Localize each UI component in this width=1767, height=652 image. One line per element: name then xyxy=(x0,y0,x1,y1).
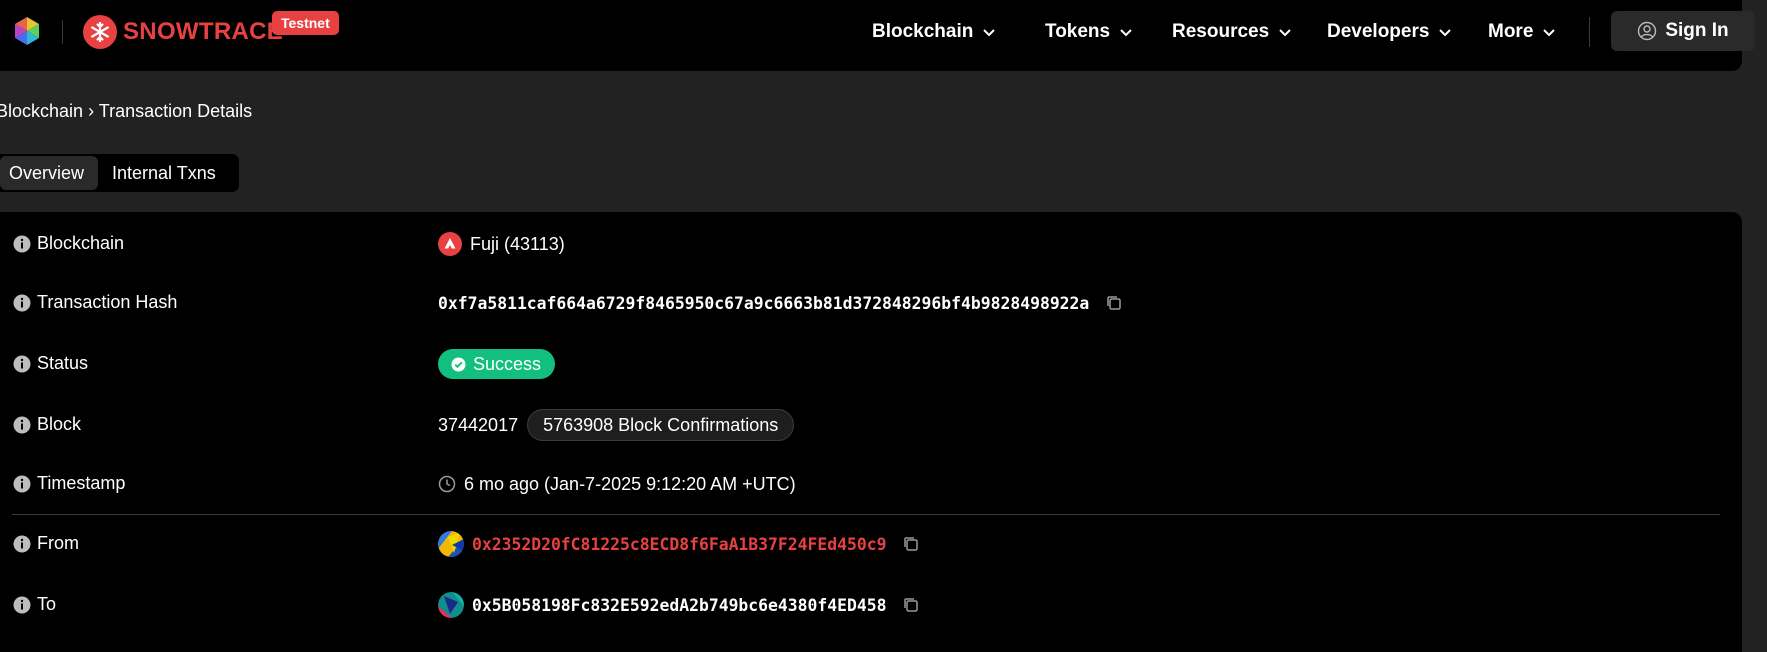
nav-more[interactable]: More xyxy=(1488,20,1557,44)
label-blockchain: Blockchain xyxy=(37,233,125,253)
copy-icon[interactable] xyxy=(1105,294,1123,312)
nav-label: Resources xyxy=(1172,21,1270,42)
sign-in-label: Sign In xyxy=(1665,20,1729,41)
tab-internal-txns[interactable]: Internal Txns xyxy=(98,156,230,190)
timestamp-text: 6 mo ago (Jan-7-2025 9:12:20 AM +UTC) xyxy=(464,473,796,494)
breadcrumb-separator: › xyxy=(88,101,95,121)
chevron-down-icon xyxy=(1120,29,1132,37)
row-to: To 0x5B058198Fc832E592edA2b749bc6e4380f4… xyxy=(0,590,1742,620)
info-icon[interactable] xyxy=(13,416,31,434)
chevron-down-icon xyxy=(1279,29,1291,37)
breadcrumb: Blockchain › Transaction Details xyxy=(0,101,252,122)
clock-icon xyxy=(438,475,456,493)
testnet-badge: Testnet xyxy=(272,11,339,35)
blockchain-name: Fuji (43113) xyxy=(470,233,565,254)
sign-in-button[interactable]: Sign In xyxy=(1611,11,1755,51)
to-address-link[interactable]: 0x5B058198Fc832E592edA2b749bc6e4380f4ED4… xyxy=(472,596,886,615)
nav-developers[interactable]: Developers xyxy=(1327,20,1453,44)
user-icon xyxy=(1638,21,1657,41)
value-timestamp: 6 mo ago (Jan-7-2025 9:12:20 AM +UTC) xyxy=(438,469,796,499)
value-status: Success xyxy=(438,349,556,379)
breadcrumb-current: Transaction Details xyxy=(98,101,253,121)
label-timestamp: Timestamp xyxy=(37,473,126,493)
value-block: 37442017 5763908 Block Confirmations xyxy=(438,409,795,441)
snowtrace-logo-icon[interactable] xyxy=(83,15,117,49)
row-from: From 0x2352D20fC81225c8ECD8f6FaA1B37F24F… xyxy=(0,529,1742,559)
transaction-details-card: Blockchain Fuji (43113) Transaction Hash… xyxy=(0,212,1742,652)
info-icon[interactable] xyxy=(13,355,31,373)
label-status: Status xyxy=(37,353,89,373)
row-blockchain: Blockchain Fuji (43113) xyxy=(0,229,1742,259)
block-confirmations-badge: 5763908 Block Confirmations xyxy=(527,409,795,441)
value-transaction-hash: 0xf7a5811caf664a6729f8465950c67a9c6663b8… xyxy=(438,288,1123,318)
app-cube-icon[interactable] xyxy=(12,16,42,46)
nav-label: More xyxy=(1488,21,1534,42)
row-transaction-hash: Transaction Hash 0xf7a5811caf664a6729f84… xyxy=(0,288,1742,318)
nav-label: Blockchain xyxy=(872,21,974,42)
status-badge: Success xyxy=(438,349,556,379)
value-from: 0x2352D20fC81225c8ECD8f6FaA1B37F24FEd450… xyxy=(438,529,920,559)
copy-icon[interactable] xyxy=(902,535,920,553)
header-divider xyxy=(62,20,63,44)
label-to: To xyxy=(37,594,57,614)
block-number-link[interactable]: 37442017 xyxy=(438,415,518,436)
info-icon[interactable] xyxy=(13,535,31,553)
chevron-down-icon xyxy=(1543,29,1556,37)
label-transaction-hash: Transaction Hash xyxy=(37,292,178,312)
avatar-icon xyxy=(438,592,464,618)
section-divider xyxy=(12,514,1720,515)
transaction-hash-text[interactable]: 0xf7a5811caf664a6729f8465950c67a9c6663b8… xyxy=(438,294,1089,313)
tab-overview[interactable]: Overview xyxy=(0,156,99,190)
breadcrumb-parent[interactable]: Blockchain xyxy=(0,101,83,121)
nav-resources[interactable]: Resources xyxy=(1172,20,1293,44)
row-timestamp: Timestamp 6 mo ago (Jan-7-2025 9:12:20 A… xyxy=(0,469,1742,499)
value-to: 0x5B058198Fc832E592edA2b749bc6e4380f4ED4… xyxy=(438,590,920,620)
top-header: SNOWTRACE Testnet Blockchain Tokens Reso… xyxy=(0,0,1755,71)
nav-blockchain[interactable]: Blockchain xyxy=(872,20,997,44)
value-blockchain: Fuji (43113) xyxy=(438,229,565,259)
info-icon[interactable] xyxy=(13,475,31,493)
info-icon[interactable] xyxy=(13,294,31,312)
detail-tabs: Overview Internal Txns xyxy=(0,154,239,192)
nav-label: Developers xyxy=(1327,21,1430,42)
chevron-down-icon xyxy=(1439,29,1452,37)
avatar-icon xyxy=(438,531,464,557)
status-text: Success xyxy=(473,353,542,374)
row-status: Status Success xyxy=(0,349,1742,379)
label-from: From xyxy=(37,533,79,553)
avalanche-icon xyxy=(438,232,462,256)
check-circle-icon xyxy=(451,357,466,371)
label-block: Block xyxy=(37,414,82,434)
nav-label: Tokens xyxy=(1045,21,1111,42)
info-icon[interactable] xyxy=(13,596,31,614)
nav-separator xyxy=(1589,17,1590,47)
copy-icon[interactable] xyxy=(902,596,920,614)
row-block: Block 37442017 5763908 Block Confirmatio… xyxy=(0,409,1742,441)
chevron-down-icon xyxy=(983,29,996,37)
info-icon[interactable] xyxy=(13,235,31,253)
nav-tokens[interactable]: Tokens xyxy=(1045,20,1134,44)
brand-name[interactable]: SNOWTRACE xyxy=(123,18,283,46)
from-address-link[interactable]: 0x2352D20fC81225c8ECD8f6FaA1B37F24FEd450… xyxy=(472,535,886,554)
